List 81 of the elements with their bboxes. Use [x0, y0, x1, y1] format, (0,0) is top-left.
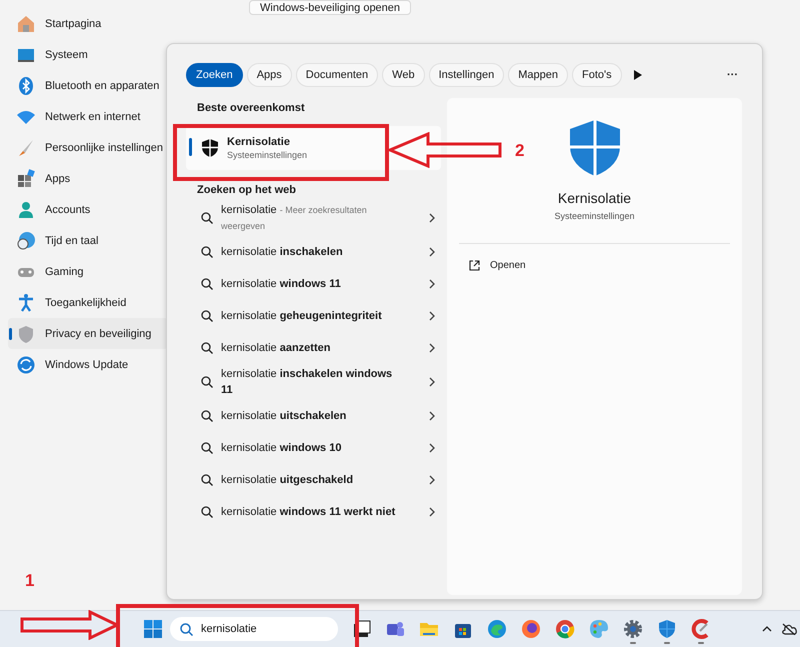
search-icon — [201, 278, 213, 290]
web-result-item[interactable]: kernisolatie inschakelen — [186, 236, 441, 268]
sidebar-item[interactable]: Systeem — [8, 39, 168, 70]
preview-subtitle: Systeeminstellingen — [554, 211, 635, 221]
refresh-icon — [16, 354, 36, 374]
web-result-item[interactable]: kernisolatie windows 11 — [186, 268, 441, 300]
chevron-right-icon — [429, 443, 435, 453]
result-title: Kernisolatie — [227, 136, 291, 148]
open-security-button[interactable]: Windows-beveiliging openen — [249, 0, 412, 15]
sidebar-item[interactable]: Accounts — [8, 194, 168, 225]
task-view-icon — [351, 619, 371, 639]
search-icon — [201, 342, 213, 354]
tab[interactable]: Instellingen — [428, 62, 504, 86]
result-subtitle: Systeeminstellingen — [227, 150, 308, 160]
search-icon — [201, 212, 213, 224]
chevron-right-icon — [429, 343, 435, 353]
search-icon — [201, 410, 213, 422]
tab[interactable]: Mappen — [508, 62, 568, 86]
sidebar-item[interactable]: Apps — [8, 163, 168, 194]
search-icon — [201, 246, 213, 258]
web-result-item[interactable]: kernisolatie windows 11 werkt niet — [186, 496, 441, 528]
web-result-item[interactable]: kernisolatie uitschakelen — [186, 400, 441, 432]
chevron-right-icon — [429, 411, 435, 421]
teams-icon — [385, 619, 405, 639]
web-result-item[interactable]: kernisolatie - Meer zoekresultaten weergeven — [186, 200, 441, 236]
shield-icon — [202, 139, 218, 157]
chevron-right-icon — [429, 279, 435, 289]
search-icon — [201, 310, 213, 322]
section-heading: Zoeken op het web — [196, 183, 296, 198]
shield-icon — [16, 324, 36, 344]
chevron-right-icon — [429, 213, 435, 223]
chevron-right-icon — [429, 507, 435, 517]
search-icon — [201, 506, 213, 518]
best-match-item[interactable]: Kernisolatie Systeeminstellingen — [186, 126, 441, 170]
windows-logo-icon — [144, 620, 162, 638]
web-result-item[interactable]: kernisolatie windows 10 — [186, 432, 441, 464]
shield-icon — [657, 619, 677, 639]
wave-circle-icon — [487, 619, 507, 639]
fox-globe-icon — [521, 619, 541, 639]
sidebar-item[interactable]: Startpagina — [8, 8, 168, 39]
annotation-number: 1 — [25, 571, 34, 591]
sidebar-item[interactable]: Netwerk en internet — [8, 101, 168, 132]
brush-letter-icon — [691, 619, 711, 639]
chevron-right-icon — [429, 311, 435, 321]
chevron-right-icon — [429, 475, 435, 485]
accessibility-icon — [16, 292, 36, 312]
section-heading: Beste overeenkomst — [196, 101, 305, 116]
palette-icon — [589, 619, 609, 639]
sidebar-item[interactable]: Toegankelijkheid — [8, 287, 168, 318]
gear-icon — [623, 619, 643, 639]
open-action[interactable]: Openen — [467, 258, 528, 273]
tab[interactable]: Documenten — [296, 62, 378, 86]
tab[interactable]: Web — [382, 62, 425, 86]
search-icon — [201, 474, 213, 486]
apps-icon — [16, 168, 36, 188]
sidebar-item[interactable]: Persoonlijke instellingen — [8, 132, 168, 163]
chrome-icon — [555, 619, 575, 639]
annotation-number: 2 — [515, 141, 524, 161]
tab[interactable]: Apps — [246, 62, 292, 86]
search-icon — [201, 442, 213, 454]
cloud-off-icon — [781, 623, 797, 635]
tab[interactable]: Zoeken — [186, 62, 243, 86]
person-icon — [16, 200, 36, 220]
chevron-right-icon — [429, 377, 435, 387]
bluetooth-icon — [16, 76, 36, 96]
more-button[interactable]: ··· — [723, 66, 742, 82]
search-icon — [201, 376, 213, 388]
preview-title: Kernisolatie — [558, 190, 632, 206]
chevron-up-icon — [762, 626, 772, 632]
play-icon — [634, 70, 642, 80]
web-result-item[interactable]: kernisolatie uitgeschakeld — [186, 464, 441, 496]
sidebar-item[interactable]: Privacy en beveiliging — [8, 318, 168, 349]
shield-icon — [570, 120, 620, 176]
tab[interactable]: Foto's — [572, 62, 622, 86]
external-link-icon — [469, 260, 480, 271]
chevron-right-icon — [429, 247, 435, 257]
web-result-item[interactable]: kernisolatie aanzetten — [186, 332, 441, 364]
search-field[interactable]: kernisolatie — [170, 617, 338, 641]
web-result-item[interactable]: kernisolatie inschakelen windows 11 — [186, 364, 441, 400]
web-result-item[interactable]: kernisolatie geheugenintegriteit — [186, 300, 441, 332]
house-icon — [16, 14, 36, 34]
